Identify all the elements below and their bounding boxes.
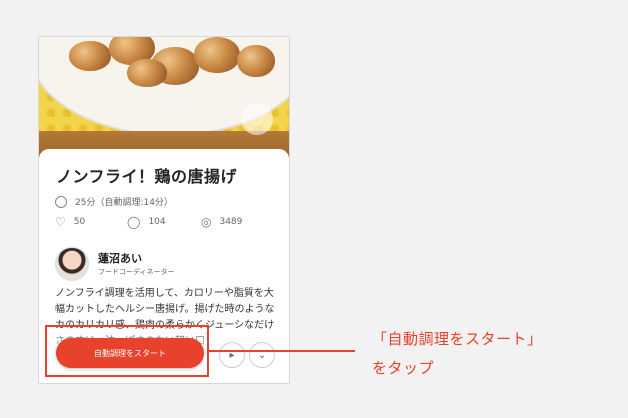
callout-text-line1: 「自動調理をスタート」 bbox=[372, 330, 543, 348]
chicken-piece bbox=[237, 45, 275, 77]
comment-count-value: 104 bbox=[148, 217, 166, 227]
callout-line bbox=[209, 350, 355, 352]
eye-icon: ◎ bbox=[201, 215, 212, 229]
clock-icon bbox=[55, 195, 67, 208]
recipe-photo: ♡ bbox=[39, 37, 289, 162]
comment-icon: ◯ bbox=[127, 215, 141, 229]
like-count[interactable]: ♡ 50 bbox=[55, 215, 85, 229]
recipe-title: ノンフライ！鶏の唐揚げ bbox=[56, 167, 238, 186]
share-button[interactable]: ▸ bbox=[219, 342, 245, 368]
view-count: ◎ 3489 bbox=[201, 215, 242, 229]
avatar bbox=[55, 247, 89, 281]
view-count-value: 3489 bbox=[219, 217, 243, 227]
callout-text-line2: をタップ bbox=[372, 359, 435, 377]
chicken-piece bbox=[127, 59, 167, 87]
chicken-piece bbox=[69, 41, 111, 71]
cooking-time: 25分（自動調理:14分） bbox=[55, 195, 173, 208]
more-button[interactable]: ⌄ bbox=[249, 342, 275, 368]
comment-count[interactable]: ◯ 104 bbox=[127, 215, 166, 229]
author-role: フードコーディネーター bbox=[98, 268, 175, 276]
heart-icon: ♡ bbox=[55, 215, 66, 229]
like-count-value: 50 bbox=[73, 217, 86, 227]
chicken-piece bbox=[194, 37, 240, 73]
author-name: 蓮沼あい bbox=[98, 252, 142, 265]
favorite-icon[interactable]: ♡ bbox=[241, 103, 273, 135]
highlight-box bbox=[45, 325, 209, 377]
cooking-time-text: 25分（自動調理:14分） bbox=[75, 198, 173, 208]
